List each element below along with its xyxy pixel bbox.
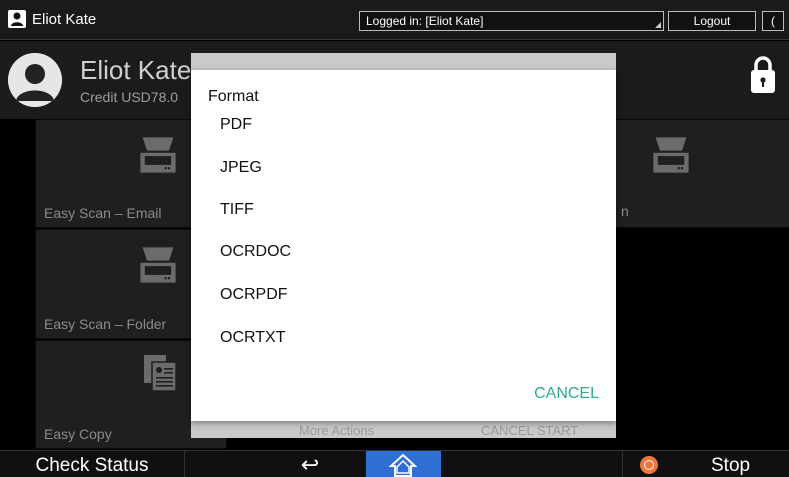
overflow-button[interactable]: ( [762,11,784,31]
avatar [8,53,62,107]
format-option-ocrdoc[interactable]: OCRDOC [220,237,520,267]
tile-label: n [621,203,629,219]
login-status-text: Logged in: [Eliot Kate] [366,14,484,28]
tile-label: Easy Scan – Email [44,205,162,221]
scanner-icon [140,247,176,283]
background-actions-label: CANCEL START [481,423,579,438]
format-option-ocrpdf[interactable]: OCRPDF [220,280,520,310]
tile-easy-scan-right[interactable]: n [598,119,789,228]
more-actions-label: More Actions [299,423,375,438]
dialog-title: Format [208,88,259,105]
home-icon [389,453,417,477]
cancel-button[interactable]: CANCEL [534,385,599,403]
scanner-icon [140,137,176,173]
format-option-jpeg[interactable]: JPEG [220,153,520,183]
stop-label: Stop [711,455,751,476]
scanner-icon [653,137,689,173]
tile-label: Easy Copy [44,426,112,442]
copy-icon [144,355,177,392]
back-arrow-icon: ↩ [300,452,320,477]
bottom-bar: Check Status ↩ Stop [0,450,789,477]
user-icon [8,10,26,28]
format-option-tiff[interactable]: TIFF [220,195,520,225]
back-button[interactable]: ↩ [270,451,350,477]
format-option-pdf[interactable]: PDF [220,110,520,140]
home-button[interactable] [366,451,441,477]
stop-icon [640,456,658,474]
check-status-button[interactable]: Check Status [0,451,185,477]
logout-button[interactable]: Logout [668,11,756,31]
tile-label: Easy Scan – Folder [44,316,167,332]
profile-credit: Credit USD78.0 [80,89,179,105]
profile-name: Eliot Kate [80,55,192,85]
login-status-field[interactable]: Logged in: [Eliot Kate] [359,11,664,31]
format-dialog: Format PDF JPEG TIFF OCRDOC OCRPDF OCRTX… [191,70,616,421]
format-option-ocrtxt[interactable]: OCRTXT [220,323,520,353]
top-bar: Eliot Kate Logged in: [Eliot Kate] Logou… [0,0,789,40]
resize-corner-icon [655,22,661,28]
stop-button[interactable]: Stop [622,451,789,477]
lock-icon[interactable] [750,54,776,94]
top-username: Eliot Kate [32,11,97,28]
